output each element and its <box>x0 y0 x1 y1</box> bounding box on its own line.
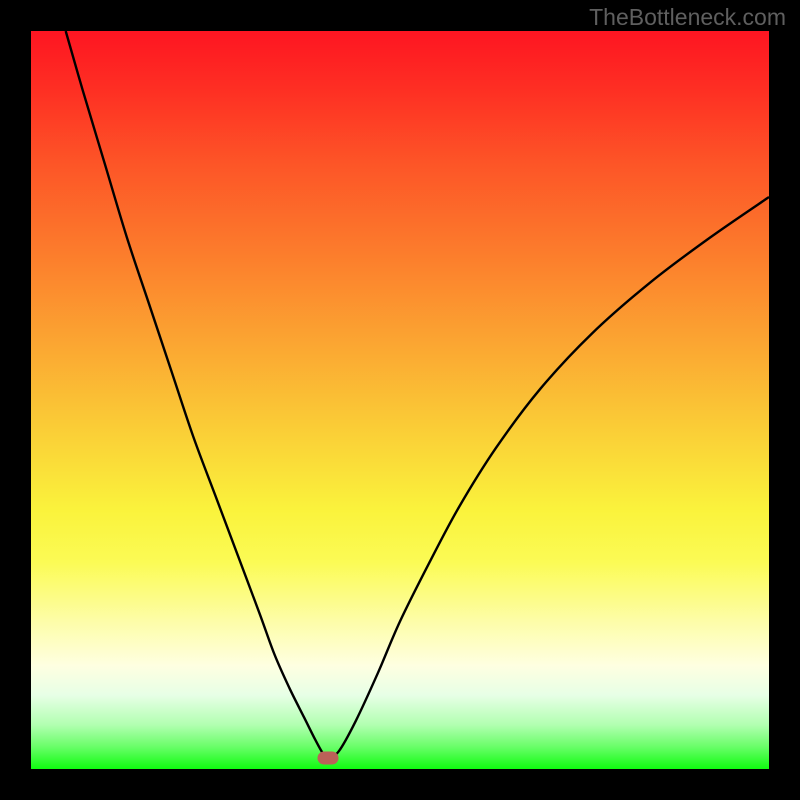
bottleneck-curve-svg <box>31 31 769 769</box>
bottleneck-curve-path <box>66 31 769 758</box>
optimal-point-marker <box>318 752 338 764</box>
chart-frame: TheBottleneck.com <box>0 0 800 800</box>
watermark-text: TheBottleneck.com <box>589 4 786 31</box>
